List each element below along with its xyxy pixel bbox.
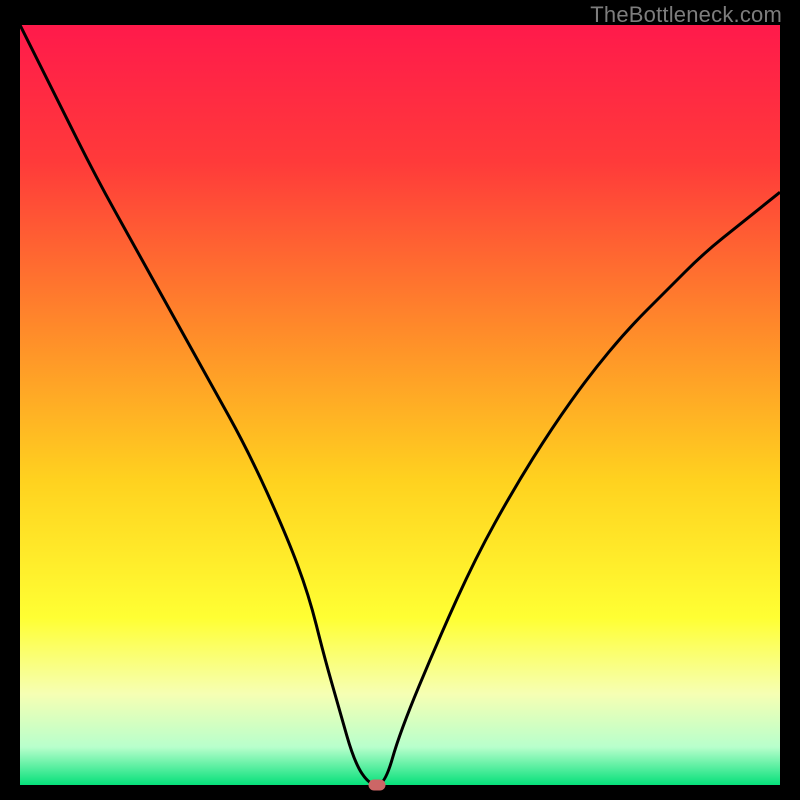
chart-frame: TheBottleneck.com: [0, 0, 800, 800]
optimal-marker: [369, 780, 386, 791]
plot-area: [20, 25, 780, 785]
bottleneck-curve: [20, 25, 780, 785]
curve-svg: [20, 25, 780, 785]
